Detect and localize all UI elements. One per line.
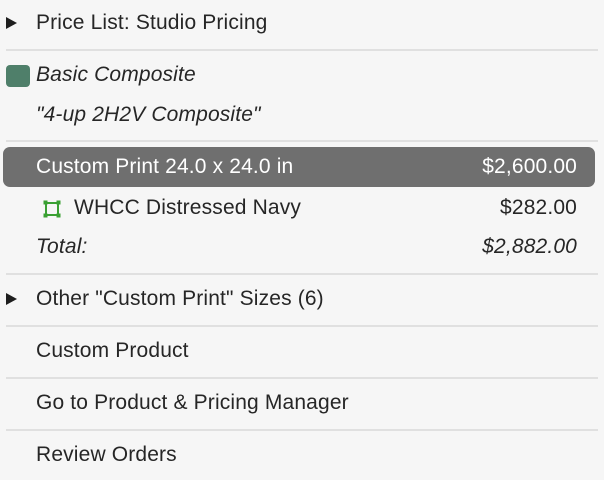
review-orders-label: Review Orders bbox=[36, 443, 177, 466]
composite-template-row: "4-up 2H2V Composite" bbox=[0, 102, 604, 130]
menu-separator bbox=[6, 429, 598, 431]
addon-item[interactable]: WHCC Distressed Navy $282.00 bbox=[0, 195, 604, 223]
addon-label: WHCC Distressed Navy bbox=[74, 196, 302, 219]
color-swatch-icon bbox=[6, 65, 30, 87]
other-sizes-submenu[interactable]: Other "Custom Print" Sizes (6) bbox=[0, 286, 604, 314]
menu-separator bbox=[6, 140, 598, 142]
menu-separator bbox=[6, 49, 598, 51]
custom-product-label: Custom Product bbox=[36, 339, 189, 362]
submenu-arrow-icon bbox=[6, 17, 17, 29]
price-list-submenu[interactable]: Price List: Studio Pricing bbox=[0, 10, 604, 38]
review-orders-item[interactable]: Review Orders bbox=[0, 442, 604, 470]
frame-icon bbox=[43, 200, 61, 218]
menu-separator bbox=[6, 377, 598, 379]
composite-name-row: Basic Composite bbox=[0, 62, 604, 90]
selected-product-item[interactable]: Custom Print 24.0 x 24.0 in $2,600.00 bbox=[0, 154, 604, 182]
pricing-manager-item[interactable]: Go to Product & Pricing Manager bbox=[0, 390, 604, 418]
composite-template: "4-up 2H2V Composite" bbox=[36, 103, 261, 126]
product-price: $2,600.00 bbox=[482, 155, 577, 178]
composite-name: Basic Composite bbox=[36, 63, 196, 86]
custom-product-item[interactable]: Custom Product bbox=[0, 338, 604, 366]
price-list-label: Price List: Studio Pricing bbox=[36, 11, 268, 34]
submenu-arrow-icon bbox=[6, 293, 17, 305]
context-menu: Price List: Studio Pricing Basic Composi… bbox=[0, 0, 604, 480]
total-label: Total: bbox=[36, 235, 88, 258]
total-row: Total: $2,882.00 bbox=[0, 234, 604, 262]
total-price: $2,882.00 bbox=[482, 235, 577, 258]
other-sizes-label: Other "Custom Print" Sizes (6) bbox=[36, 287, 324, 310]
pricing-manager-label: Go to Product & Pricing Manager bbox=[36, 391, 349, 414]
menu-separator bbox=[6, 325, 598, 327]
menu-separator bbox=[6, 273, 598, 275]
product-label: Custom Print 24.0 x 24.0 in bbox=[36, 155, 294, 178]
addon-price: $282.00 bbox=[500, 196, 577, 219]
